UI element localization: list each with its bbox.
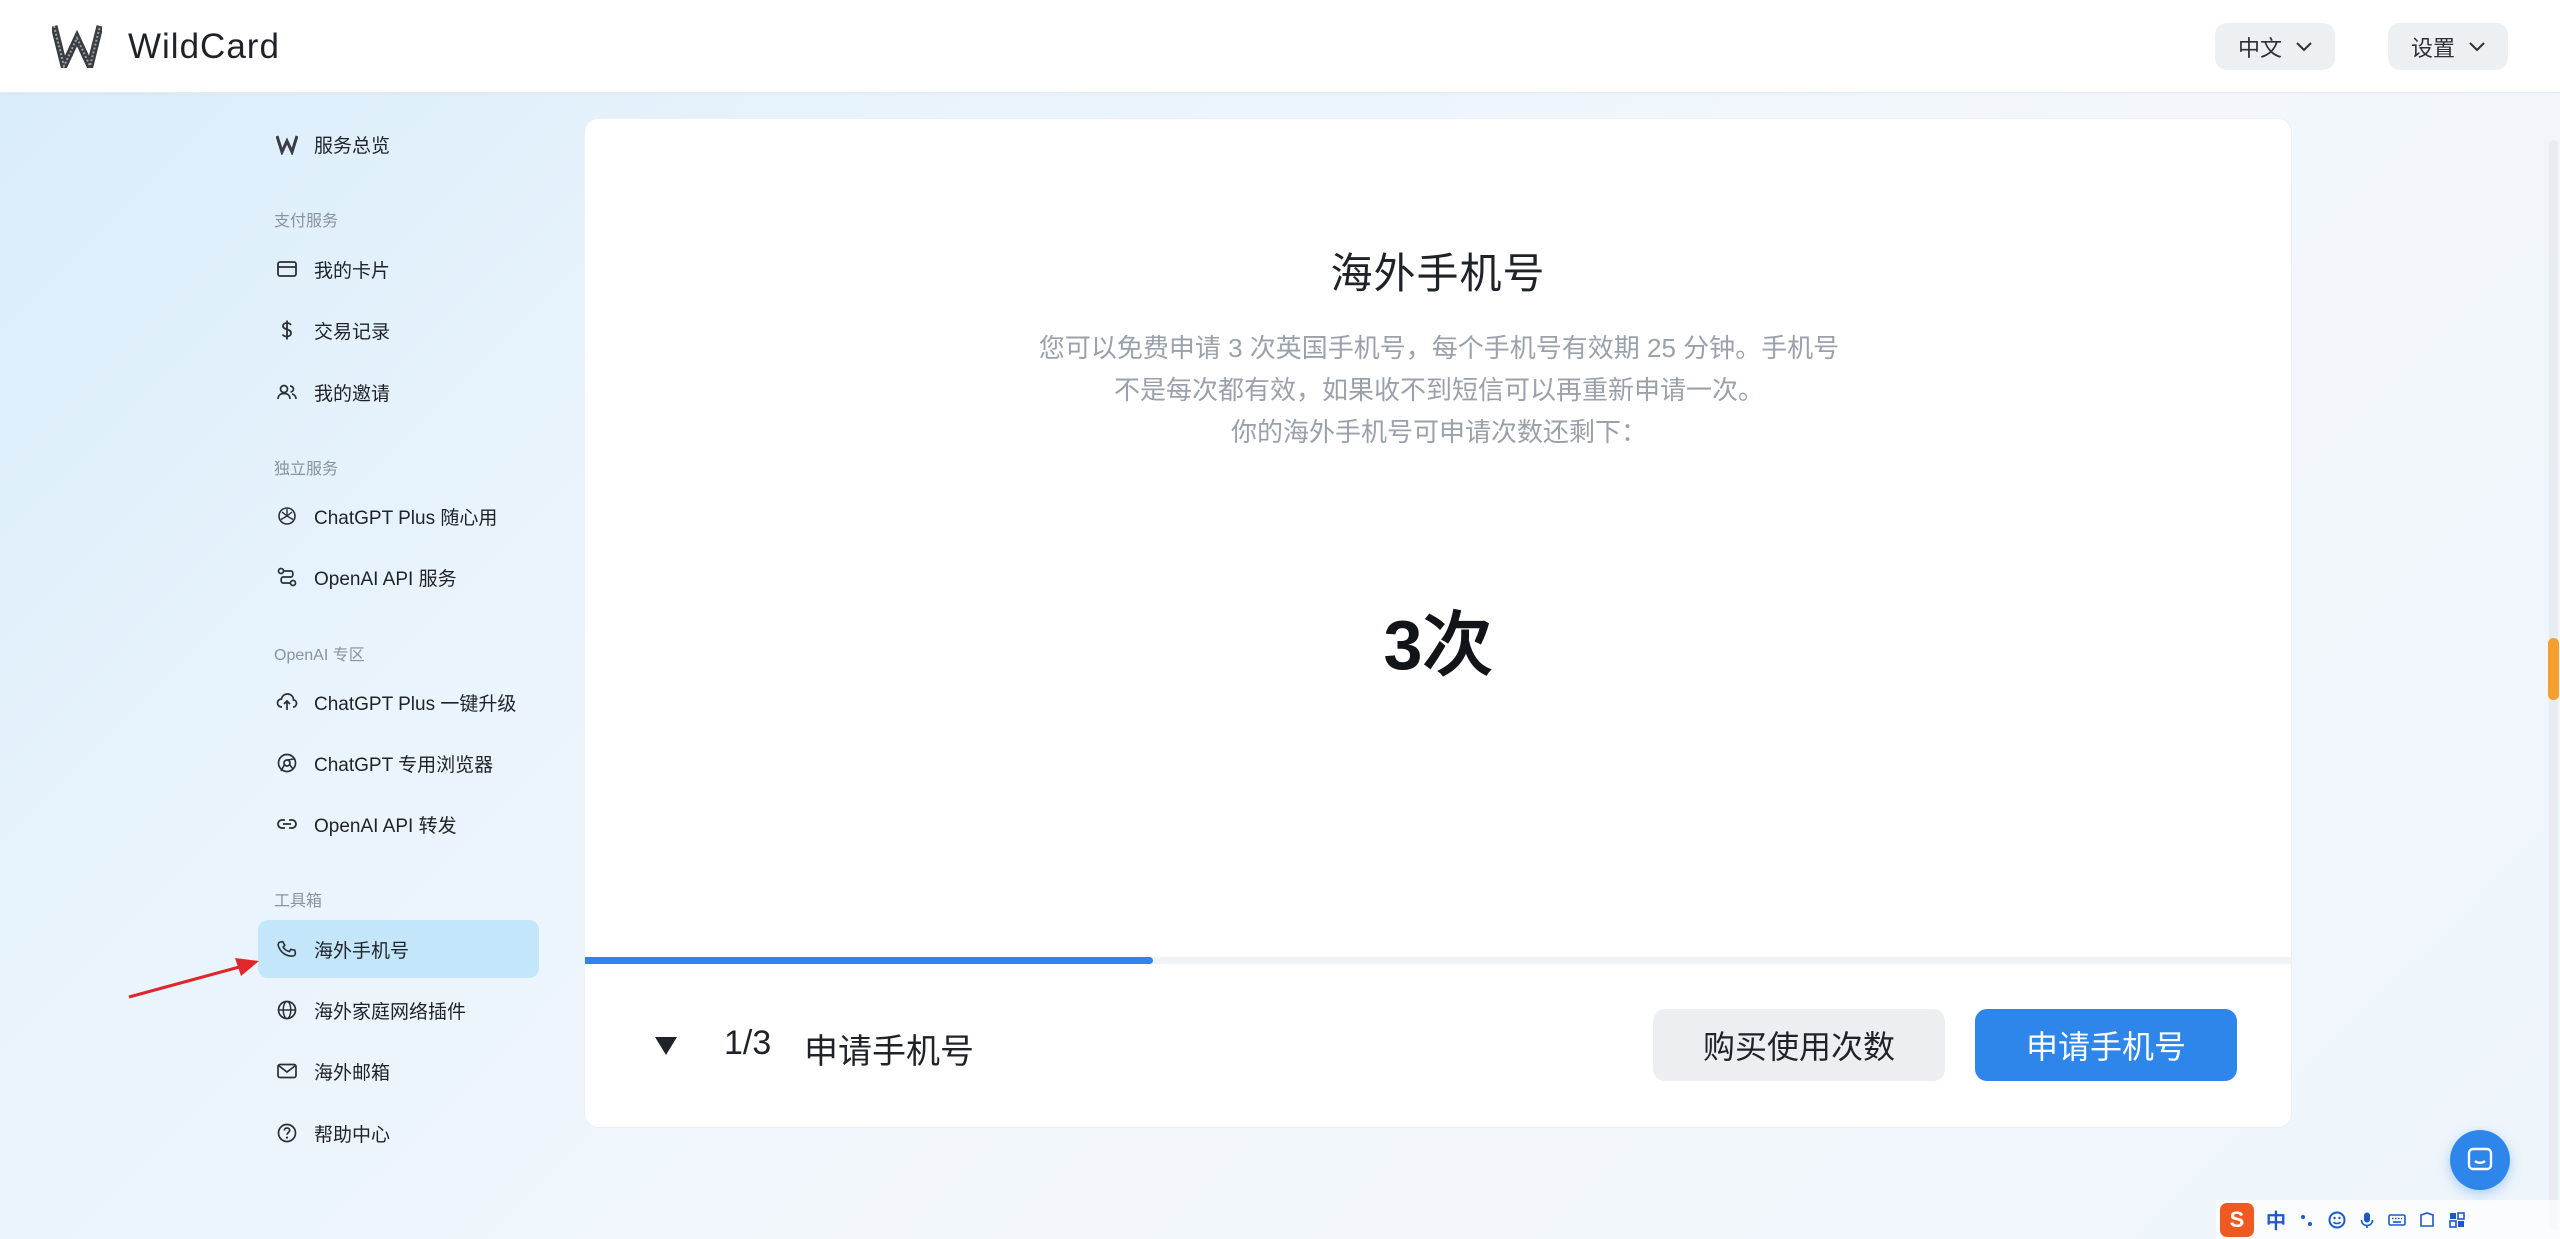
help-circle-icon: [274, 1120, 300, 1146]
chevron-down-icon: [2469, 41, 2485, 51]
step-number: 1/3: [724, 1024, 772, 1062]
sidebar-item-home-network-plugin[interactable]: 海外家庭网络插件: [258, 981, 539, 1039]
skin-icon[interactable]: [2418, 1211, 2436, 1229]
step-label: 申请手机号: [804, 1033, 974, 1071]
sidebar-item-label: 海外家庭网络插件: [314, 1001, 467, 1023]
section-label-openai: OpenAI 专区: [274, 647, 365, 664]
sidebar-item-label: OpenAI API 转发: [314, 815, 457, 837]
sidebar-item-label: 海外手机号: [314, 940, 410, 962]
sidebar-item-label: 帮助中心: [314, 1124, 391, 1146]
description-line: 您可以免费申请 3 次英国手机号，每个手机号有效期 25 分钟。手机号: [1038, 333, 1840, 363]
ime-logo-icon[interactable]: S: [2220, 1202, 2254, 1237]
chat-bubble-icon: [2467, 1147, 2493, 1171]
chevron-down-icon: [2296, 41, 2312, 51]
link-icon: [274, 811, 300, 837]
keyboard-icon[interactable]: [2388, 1211, 2406, 1229]
sidebar-item-label: OpenAI API 服务: [314, 568, 457, 590]
description-text: 您可以免费申请 3 次英国手机号，每个手机号有效期 25 分钟。手机号 不是每次…: [1005, 327, 1873, 453]
apply-phone-button[interactable]: 申请手机号: [1975, 1009, 2237, 1081]
settings-label: 设置: [2410, 35, 2455, 61]
sidebar-item-help-center[interactable]: 帮助中心: [258, 1104, 539, 1162]
sidebar-item-label: 我的卡片: [314, 260, 391, 282]
caret-down-icon[interactable]: [653, 1032, 679, 1058]
sidebar-item-chatgpt-upgrade[interactable]: ChatGPT Plus 一键升级: [258, 673, 539, 731]
toolbox-icon[interactable]: [2448, 1211, 2466, 1229]
globe-icon: [274, 997, 300, 1023]
chat-support-button[interactable]: [2450, 1130, 2510, 1190]
step-progress-fill: [585, 957, 1154, 964]
page-title: 海外手机号: [1330, 250, 1546, 297]
sidebar-item-overview[interactable]: 服务总览: [258, 115, 539, 173]
sidebar-item-transactions[interactable]: 交易记录: [258, 301, 539, 359]
sidebar-item-label: ChatGPT 专用浏览器: [314, 754, 494, 776]
annotation-arrow-icon: [128, 958, 259, 999]
sidebar-item-invites[interactable]: 我的邀请: [258, 363, 539, 421]
remaining-count: 3次: [1383, 606, 1493, 684]
language-label: 中文: [2237, 35, 2282, 61]
sidebar-item-openai-api-service[interactable]: OpenAI API 服务: [258, 548, 539, 606]
mail-icon: [274, 1058, 300, 1084]
users-icon: [274, 379, 300, 405]
buy-usage-button[interactable]: 购买使用次数: [1653, 1009, 1945, 1081]
sidebar-item-label: ChatGPT Plus 一键升级: [314, 693, 517, 715]
top-header: WildCard 中文 设置: [0, 0, 2560, 93]
wildcard-logo-icon[interactable]: [52, 24, 102, 68]
route-icon: [274, 564, 300, 590]
ime-toolbar: S 中: [2216, 1200, 2560, 1239]
sidebar-item-my-cards[interactable]: 我的卡片: [258, 240, 539, 298]
cloud-upload-icon: [274, 689, 300, 715]
sidebar-item-label: 我的邀请: [314, 383, 391, 405]
description-line: 不是每次都有效，如果收不到短信可以再重新申请一次。: [1113, 375, 1764, 405]
section-label-standalone: 独立服务: [274, 461, 339, 478]
emoji-icon[interactable]: [2328, 1211, 2346, 1229]
step-progress-bar: [585, 957, 2291, 964]
settings-dropdown[interactable]: 设置: [2388, 23, 2508, 70]
ime-mode[interactable]: 中: [2266, 1205, 2286, 1234]
sidebar-item-overseas-email[interactable]: 海外邮箱: [258, 1042, 539, 1100]
punctuation-icon[interactable]: [2298, 1211, 2316, 1229]
sidebar-item-chatgpt-browser[interactable]: ChatGPT 专用浏览器: [258, 734, 539, 792]
wildcard-w-icon: [274, 131, 300, 157]
sidebar-item-label: 海外邮箱: [314, 1062, 391, 1084]
dollar-icon: [274, 317, 300, 343]
phone-icon: [274, 936, 300, 962]
description-line: 你的海外手机号可申请次数还剩下：: [1230, 417, 1647, 447]
microphone-icon[interactable]: [2358, 1211, 2376, 1229]
logo-text[interactable]: WildCard: [128, 27, 280, 67]
sidebar-item-overseas-phone[interactable]: 海外手机号: [258, 920, 539, 978]
sidebar-item-label: ChatGPT Plus 随心用: [314, 507, 498, 529]
section-label-payment: 支付服务: [274, 213, 339, 230]
sidebar-item-chatgpt-plus-anytime[interactable]: ChatGPT Plus 随心用: [258, 487, 539, 545]
sidebar-item-label: 服务总览: [314, 135, 391, 157]
section-label-toolbox: 工具箱: [274, 893, 323, 910]
sidebar-item-openai-api-forward[interactable]: OpenAI API 转发: [258, 795, 539, 853]
phone-application-card: 海外手机号 您可以免费申请 3 次英国手机号，每个手机号有效期 25 分钟。手机…: [584, 118, 2292, 1128]
scrollbar-thumb[interactable]: [2548, 638, 2559, 700]
openai-icon: [274, 503, 300, 529]
language-dropdown[interactable]: 中文: [2215, 23, 2335, 70]
credit-card-icon: [274, 256, 300, 282]
browser-icon: [274, 750, 300, 776]
sidebar-item-label: 交易记录: [314, 321, 391, 343]
